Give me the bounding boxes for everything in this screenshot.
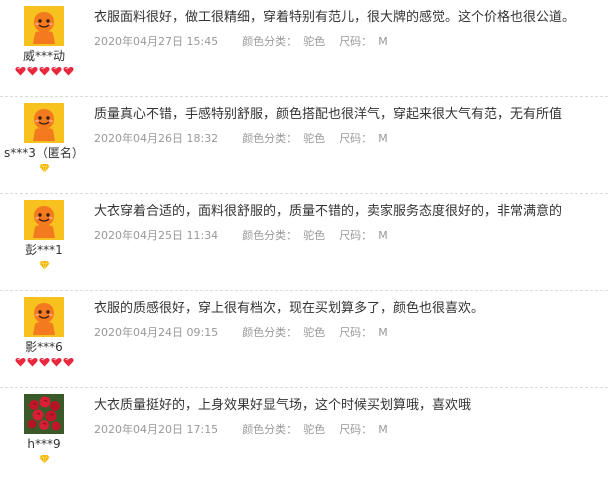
size-label: 尺码： <box>339 35 373 48</box>
review-meta: 2020年04月26日 18:32 颜色分类： 驼色 尺码： M <box>94 131 388 147</box>
tmall-mascot-avatar[interactable] <box>24 103 64 143</box>
user-level-badges <box>0 260 88 272</box>
review-username: h***9 <box>27 437 61 451</box>
review-date: 2020年04月20日 17:15 <box>94 423 219 436</box>
color-label: 颜色分类： <box>242 35 298 48</box>
size-label: 尺码： <box>339 132 373 145</box>
color-label: 颜色分类： <box>242 229 298 242</box>
size-value: M <box>378 423 388 436</box>
user-level-badges <box>0 454 88 466</box>
yellow-diamond-icon <box>39 163 50 173</box>
size-value: M <box>378 326 388 339</box>
user-level-badges <box>0 163 88 175</box>
size-label: 尺码： <box>339 423 373 436</box>
review-meta: 2020年04月25日 11:34 颜色分类： 驼色 尺码： M <box>94 228 388 244</box>
red-heart-icon <box>26 66 38 76</box>
red-heart-icon <box>50 66 62 76</box>
size-value: M <box>378 35 388 48</box>
red-heart-icon <box>14 357 26 367</box>
review-item: s***3（匿名） 质量真心不错，手感特别舒服，颜色搭配也很洋气，穿起来很大气有… <box>0 97 608 193</box>
color-value: 驼色 <box>303 326 326 339</box>
review-list: 威***动 衣服面料很好，做工很精细，穿着特别有范儿，很大牌的感觉。这个价格也很… <box>0 0 608 482</box>
review-content: 大衣穿着合适的，面料很舒服的，质量不错的，卖家服务态度很好的，非常满意的 <box>94 204 563 219</box>
review-date: 2020年04月27日 15:45 <box>94 35 219 48</box>
color-label: 颜色分类： <box>242 326 298 339</box>
review-username: 彭***1 <box>25 243 63 257</box>
tmall-mascot-avatar[interactable] <box>24 6 64 46</box>
color-label: 颜色分类： <box>242 132 298 145</box>
tmall-mascot-avatar[interactable] <box>24 297 64 337</box>
color-label: 颜色分类： <box>242 423 298 436</box>
color-value: 驼色 <box>303 132 326 145</box>
size-label: 尺码： <box>339 326 373 339</box>
review-date: 2020年04月26日 18:32 <box>94 132 219 145</box>
size-value: M <box>378 229 388 242</box>
review-username: s***3（匿名） <box>4 146 84 160</box>
review-meta: 2020年04月24日 09:15 颜色分类： 驼色 尺码： M <box>94 325 388 341</box>
size-label: 尺码： <box>339 229 373 242</box>
review-content: 衣服面料很好，做工很精细，穿着特别有范儿，很大牌的感觉。这个价格也很公道。 <box>94 10 576 25</box>
red-heart-icon <box>14 66 26 76</box>
review-item: 影***6 衣服的质感很好，穿上很有档次，现在买划算多了，颜色也很喜欢。 202… <box>0 291 608 387</box>
red-heart-icon <box>50 357 62 367</box>
review-item: 彭***1 大衣穿着合适的，面料很舒服的，质量不错的，卖家服务态度很好的，非常满… <box>0 194 608 290</box>
yellow-diamond-icon <box>39 260 50 270</box>
red-heart-icon <box>38 357 50 367</box>
review-username: 威***动 <box>22 49 65 63</box>
rose-bouquet-avatar[interactable] <box>24 394 64 434</box>
review-content: 质量真心不错，手感特别舒服，颜色搭配也很洋气，穿起来很大气有范，无有所值 <box>94 107 563 122</box>
red-heart-icon <box>62 357 74 367</box>
red-heart-icon <box>62 66 74 76</box>
red-heart-icon <box>26 357 38 367</box>
review-content: 衣服的质感很好，穿上很有档次，现在买划算多了，颜色也很喜欢。 <box>94 301 485 316</box>
user-level-badges <box>0 66 88 78</box>
review-item: h***9 大衣质量挺好的，上身效果好显气场，这个时候买划算哦，喜欢哦 2020… <box>0 388 608 484</box>
review-date: 2020年04月25日 11:34 <box>94 229 219 242</box>
review-content: 大衣质量挺好的，上身效果好显气场，这个时候买划算哦，喜欢哦 <box>94 398 472 413</box>
review-date: 2020年04月24日 09:15 <box>94 326 219 339</box>
review-meta: 2020年04月27日 15:45 颜色分类： 驼色 尺码： M <box>94 34 388 50</box>
review-meta: 2020年04月20日 17:15 颜色分类： 驼色 尺码： M <box>94 422 388 438</box>
color-value: 驼色 <box>303 229 326 242</box>
size-value: M <box>378 132 388 145</box>
user-level-badges <box>0 357 88 369</box>
yellow-diamond-icon <box>39 454 50 464</box>
review-item: 威***动 衣服面料很好，做工很精细，穿着特别有范儿，很大牌的感觉。这个价格也很… <box>0 0 608 96</box>
red-heart-icon <box>38 66 50 76</box>
color-value: 驼色 <box>303 35 326 48</box>
tmall-mascot-avatar[interactable] <box>24 200 64 240</box>
review-username: 影***6 <box>25 340 63 354</box>
color-value: 驼色 <box>303 423 326 436</box>
